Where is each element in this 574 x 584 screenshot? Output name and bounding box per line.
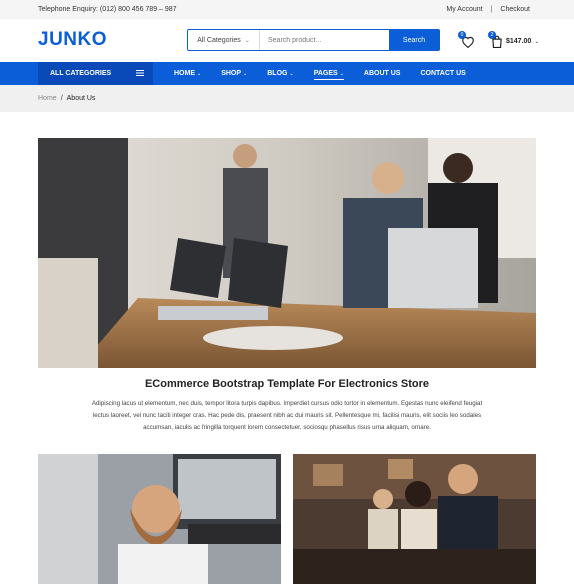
category-select-label: All Categories: [197, 36, 241, 44]
search-bar: All Categories ⌄ Search: [187, 29, 440, 51]
cart-total[interactable]: $147.00 ⌄: [506, 38, 539, 45]
chevron-down-icon: ⌄: [339, 70, 344, 77]
nav-items: HOME ⌄ SHOP ⌄ BLOG ⌄ PAGES ⌄ ABOUT US CO…: [174, 62, 486, 85]
cafe-meeting-photo: [293, 454, 536, 584]
nav-item-home[interactable]: HOME ⌄: [174, 62, 201, 85]
wishlist-count-badge: 0: [458, 31, 466, 39]
logo[interactable]: JUNKO: [38, 29, 107, 51]
breadcrumb: Home / About Us: [0, 85, 574, 112]
chevron-down-icon: ⌄: [534, 39, 540, 45]
nav-item-pages[interactable]: PAGES ⌄: [313, 62, 345, 85]
cart-count-badge: 2: [488, 31, 496, 39]
content-description: Adipiscing lacus ut elementum, nec duis,…: [91, 400, 483, 431]
header: JUNKO All Categories ⌄ Search 0 2 $147.0…: [0, 19, 574, 62]
search-button[interactable]: Search: [389, 30, 439, 50]
breadcrumb-current: About Us: [66, 95, 96, 102]
chevron-down-icon: ⌄: [244, 37, 250, 44]
top-links: My Account | Checkout: [440, 6, 536, 13]
my-account-link[interactable]: My Account: [440, 6, 488, 13]
cart-total-amount: $147.00: [506, 38, 532, 45]
nav-item-label: CONTACT US: [420, 70, 466, 77]
meeting-photo: [38, 138, 536, 368]
nav-item-label: PAGES: [313, 70, 338, 77]
nav-item-label: HOME: [174, 70, 195, 77]
checkout-link[interactable]: Checkout: [494, 6, 536, 13]
nav-item-contact-us[interactable]: CONTACT US: [420, 62, 465, 85]
main-nav: ALL CATEGORIES HOME ⌄ SHOP ⌄ BLOG ⌄ PAGE…: [0, 62, 574, 85]
search-input[interactable]: [260, 30, 389, 50]
content-title: ECommerce Bootstrap Template For Electro…: [144, 378, 430, 390]
chevron-down-icon: ⌄: [289, 70, 294, 77]
smiling-man-photo: [38, 454, 281, 584]
nav-item-shop[interactable]: SHOP ⌄: [221, 62, 247, 85]
category-select[interactable]: All Categories ⌄: [188, 30, 260, 50]
top-bar: Telephone Enquiry: (012) 800 456 789 – 9…: [0, 0, 574, 19]
breadcrumb-separator: /: [60, 95, 63, 102]
nav-item-blog[interactable]: BLOG ⌄: [267, 62, 293, 85]
breadcrumb-home-link[interactable]: Home: [38, 95, 57, 102]
chevron-down-icon: ⌄: [243, 70, 248, 77]
nav-item-label: ABOUT US: [363, 70, 401, 77]
nav-item-label: SHOP: [221, 70, 242, 77]
all-categories-label: ALL CATEGORIES: [50, 70, 112, 77]
about-hero-image: [38, 138, 536, 368]
nav-item-about-us[interactable]: ABOUT US: [364, 62, 401, 85]
menu-icon: [136, 70, 144, 76]
chevron-down-icon: ⌄: [197, 70, 202, 77]
team-photo-right: [293, 454, 536, 584]
wishlist-button[interactable]: 0: [458, 31, 477, 49]
all-categories-button[interactable]: ALL CATEGORIES: [38, 62, 153, 85]
phone-enquiry: Telephone Enquiry: (012) 800 456 789 – 9…: [38, 6, 177, 13]
nav-item-label: BLOG: [267, 70, 288, 77]
cart-button[interactable]: 2: [488, 31, 505, 49]
team-photo-left: [38, 454, 281, 584]
